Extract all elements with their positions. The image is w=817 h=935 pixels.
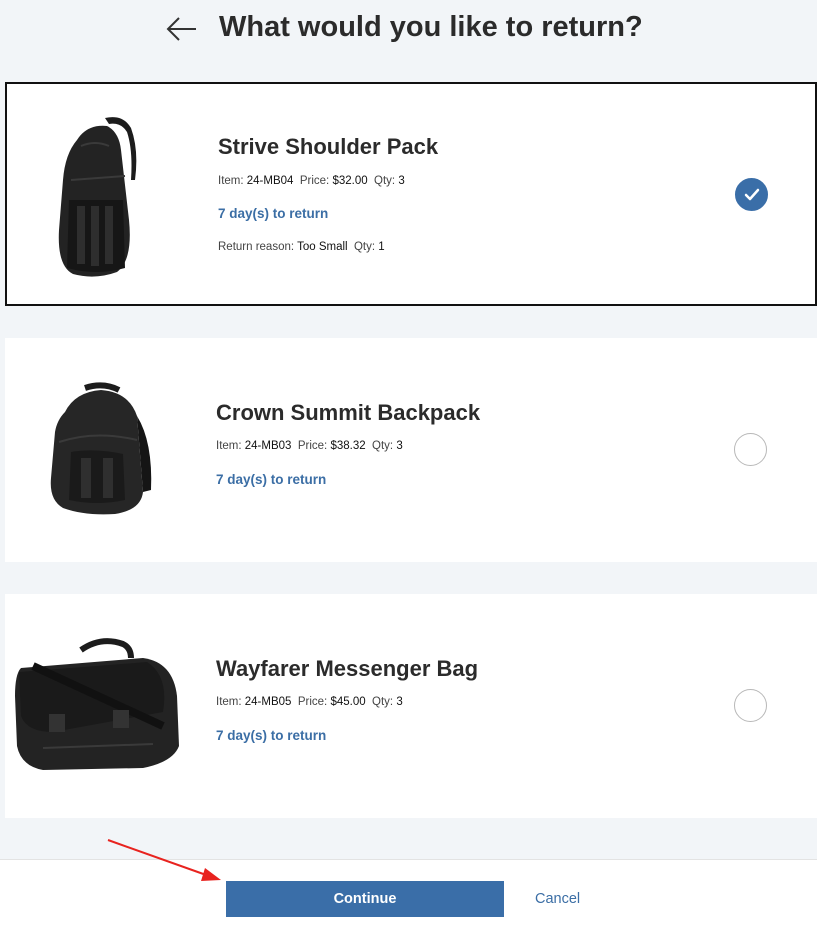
item-select-radio[interactable] xyxy=(735,178,768,211)
back-arrow-icon[interactable] xyxy=(166,16,198,42)
item-meta: Item: 24-MB03 Price: $38.32 Qty: 3 xyxy=(216,440,403,452)
days-to-return: 7 day(s) to return xyxy=(216,728,327,743)
return-reason: Return reason: Too Small Qty: 1 xyxy=(218,241,385,253)
page-title: What would you like to return? xyxy=(219,11,643,43)
item-meta: Item: 24-MB04 Price: $32.00 Qty: 3 xyxy=(218,175,405,187)
messenger-bag-image xyxy=(15,638,179,770)
days-to-return: 7 day(s) to return xyxy=(216,472,327,487)
checkmark-icon xyxy=(744,188,760,201)
return-item-card-crown-summit-backpack[interactable]: Crown Summit Backpack Item: 24-MB03 Pric… xyxy=(5,338,817,562)
item-name: Strive Shoulder Pack xyxy=(218,134,439,159)
page-header: What would you like to return? xyxy=(0,0,817,60)
annotation-arrow-icon xyxy=(107,839,221,881)
continue-button[interactable]: Continue xyxy=(226,881,504,917)
item-select-radio[interactable] xyxy=(734,689,767,722)
item-name: Crown Summit Backpack xyxy=(216,400,481,425)
cancel-link[interactable]: Cancel xyxy=(535,891,580,907)
backpack-image xyxy=(50,382,152,515)
item-select-radio[interactable] xyxy=(734,433,767,466)
return-item-card-strive-shoulder-pack[interactable]: Strive Shoulder Pack Item: 24-MB04 Price… xyxy=(5,82,817,306)
days-to-return: 7 day(s) to return xyxy=(218,206,329,221)
item-meta: Item: 24-MB05 Price: $45.00 Qty: 3 xyxy=(216,696,403,708)
shoulder-pack-image xyxy=(58,117,137,277)
return-item-card-wayfarer-messenger-bag[interactable]: Wayfarer Messenger Bag Item: 24-MB05 Pri… xyxy=(5,594,817,818)
item-name: Wayfarer Messenger Bag xyxy=(216,656,479,681)
